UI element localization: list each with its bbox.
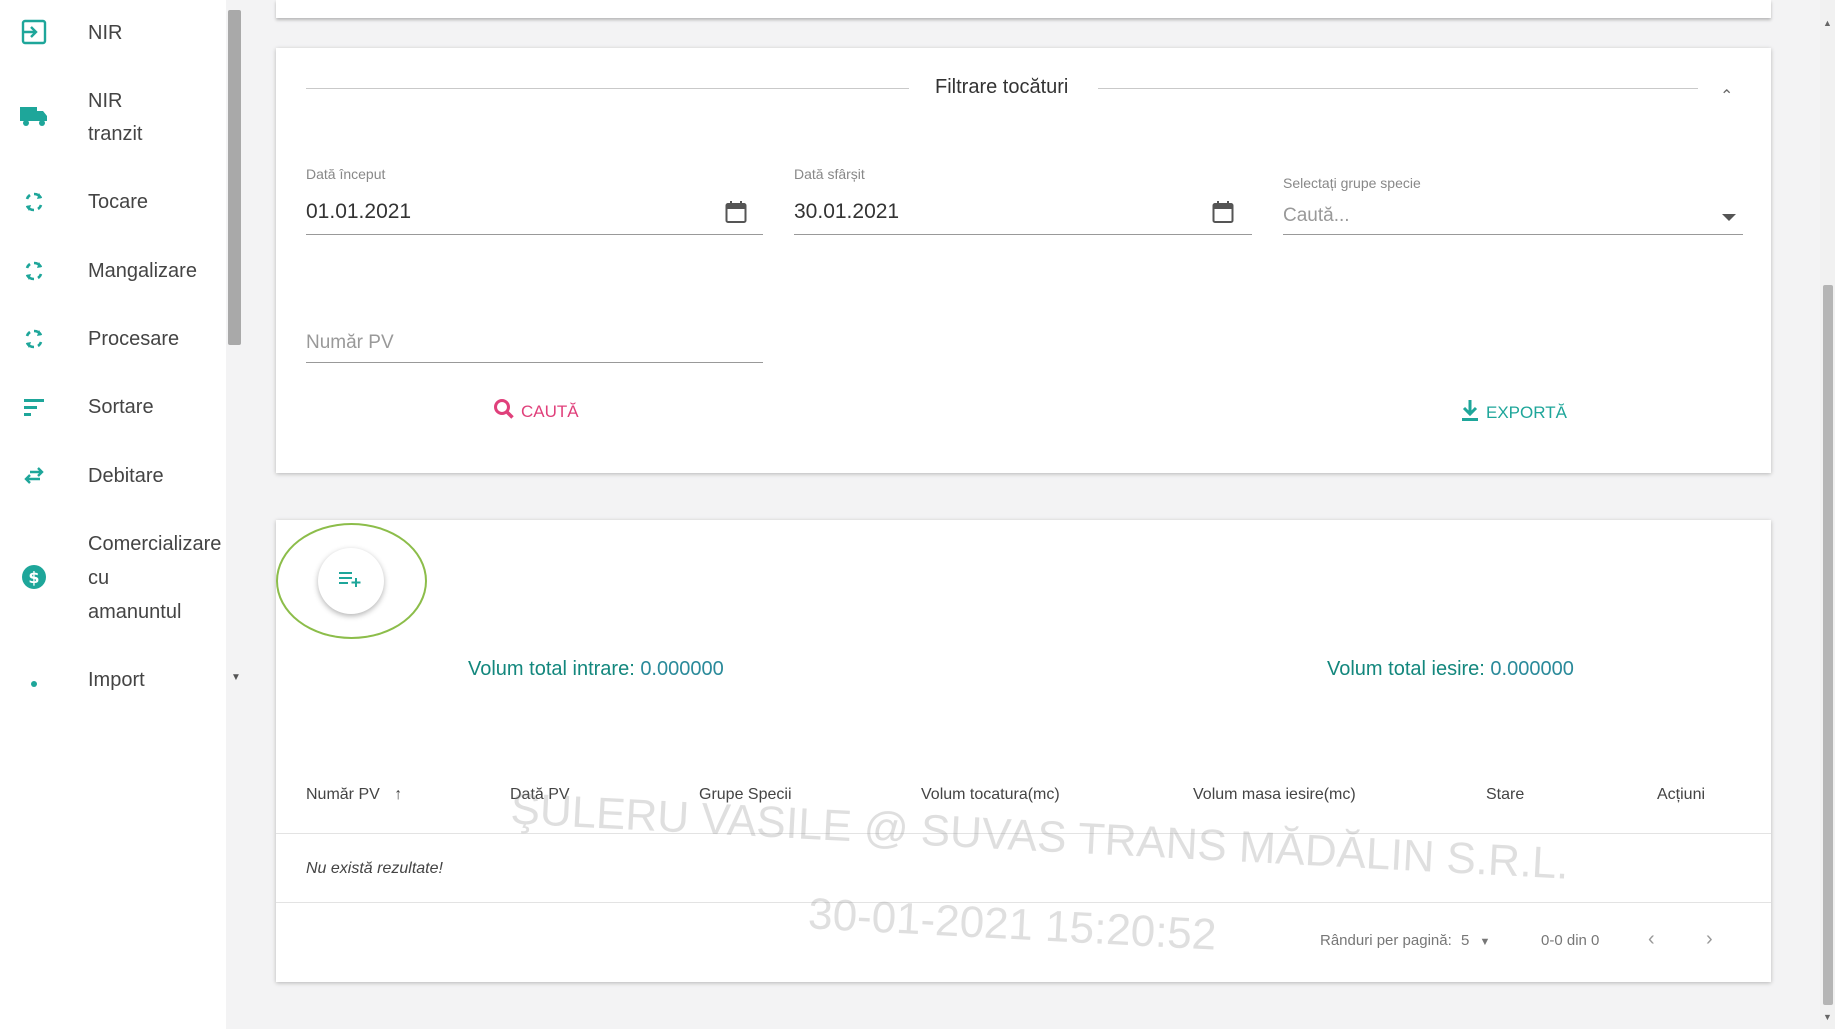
sidebar-item-label: Procesare — [88, 328, 180, 350]
sort-icon — [20, 393, 48, 421]
chevron-right-icon[interactable]: › — [1706, 928, 1713, 951]
page-scrollbar-thumb[interactable] — [1823, 285, 1833, 1005]
login-icon — [20, 18, 48, 46]
sidebar-item-label: Import — [88, 669, 145, 691]
header-divider — [276, 833, 1771, 834]
scroll-down-icon[interactable]: ▼ — [1823, 1012, 1832, 1022]
sidebar-item-import[interactable]: Import — [0, 663, 226, 703]
sidebar-item-label: Tocare — [88, 191, 149, 213]
column-header-stare[interactable]: Stare — [1486, 786, 1524, 804]
pv-number-underline — [306, 362, 763, 363]
total-out: Volum total iesire: 0.000000 — [1327, 658, 1574, 681]
sidebar-item-tocare[interactable]: Tocare — [0, 185, 226, 225]
sidebar-item-sortare[interactable]: Sortare — [0, 390, 226, 430]
sidebar-item-label: cu — [88, 567, 110, 589]
chevron-up-icon[interactable]: ⌃ — [1720, 86, 1733, 106]
filter-title: Filtrare tocături — [935, 76, 1069, 98]
species-select-underline — [1283, 234, 1743, 235]
column-header-label: Număr PV — [306, 786, 380, 803]
sidebar-item-label: Mangalizare — [88, 260, 197, 282]
sync-icon — [20, 188, 48, 216]
results-card — [276, 520, 1771, 982]
dot-icon — [20, 669, 48, 697]
truck-icon — [20, 102, 48, 130]
import-expand-icon[interactable]: ▼ — [231, 672, 241, 683]
species-select-label: Selectați grupe specie — [1283, 175, 1421, 191]
sidebar-item-label: Sortare — [88, 396, 154, 418]
calendar-icon[interactable] — [725, 200, 747, 224]
export-button-label: EXPORTĂ — [1486, 402, 1567, 422]
start-date-input[interactable]: 01.01.2021 — [306, 200, 411, 224]
search-icon — [493, 398, 515, 425]
empty-results-message: Nu există rezultate! — [306, 860, 443, 877]
svg-text:$: $ — [28, 568, 39, 587]
playlist-add-icon — [338, 569, 364, 594]
rows-per-page-value: 5 — [1461, 932, 1470, 949]
search-button-label: CAUTĂ — [521, 401, 579, 421]
sync-icon — [20, 325, 48, 353]
top-card-edge — [276, 0, 1771, 18]
sidebar-item-label: NIR — [88, 90, 123, 112]
column-header-actiuni: Acțiuni — [1657, 786, 1706, 803]
export-button[interactable]: EXPORTĂ — [1460, 398, 1567, 427]
sidebar-item-procesare[interactable]: Procesare — [0, 322, 226, 362]
add-entry-button[interactable] — [318, 548, 384, 614]
calendar-icon[interactable] — [1212, 200, 1234, 224]
download-icon — [1460, 398, 1480, 427]
sidebar-item-comercializare[interactable]: $ Comercializare cu amanuntul — [0, 527, 226, 632]
footer-divider — [276, 902, 1771, 903]
sidebar-item-label: Comercializare — [88, 533, 222, 555]
column-header-volum-masa-iesire[interactable]: Volum masa iesire(mc) — [1193, 786, 1356, 804]
end-date-underline — [794, 234, 1252, 235]
column-header-numar-pv[interactable]: Număr PV ↑ — [306, 786, 402, 804]
species-select-input[interactable]: Caută... — [1283, 205, 1350, 227]
caret-down-icon: ▼ — [1479, 936, 1491, 948]
chevron-down-icon[interactable] — [1722, 214, 1736, 221]
sidebar: NIR NIR tranzit Tocare Mangalizare Proce… — [0, 0, 226, 1029]
sidebar-item-label: amanuntul — [88, 601, 182, 623]
title-divider-right — [1098, 88, 1698, 89]
sidebar-item-debitare[interactable]: Debitare — [0, 459, 226, 499]
start-date-label: Dată început — [306, 166, 386, 182]
sidebar-item-label: NIR — [88, 22, 123, 44]
total-out-value: 0.000000 — [1490, 658, 1574, 680]
rows-per-page-select[interactable]: 5 ▼ — [1461, 932, 1490, 949]
sidebar-item-label: Debitare — [88, 465, 164, 487]
title-divider-left — [306, 88, 909, 89]
end-date-input[interactable]: 30.01.2021 — [794, 200, 899, 224]
arrow-up-icon: ↑ — [394, 786, 403, 803]
total-in: Volum total intrare: 0.000000 — [468, 658, 724, 681]
column-header-volum-tocatura[interactable]: Volum tocatura(mc) — [921, 786, 1060, 804]
pv-number-input[interactable]: Număr PV — [306, 332, 394, 354]
pagination-range: 0-0 din 0 — [1541, 932, 1600, 949]
sidebar-item-nir-tranzit[interactable]: NIR tranzit — [0, 84, 226, 154]
sync-icon — [20, 257, 48, 285]
search-button[interactable]: CAUTĂ — [493, 398, 579, 425]
swap-icon — [20, 462, 48, 490]
total-in-value: 0.000000 — [640, 658, 724, 680]
start-date-underline — [306, 234, 763, 235]
sidebar-item-label: tranzit — [88, 123, 143, 145]
sidebar-item-mangalizare[interactable]: Mangalizare — [0, 254, 226, 294]
total-out-label: Volum total iesire: — [1327, 658, 1485, 680]
scroll-up-icon[interactable]: ▲ — [1823, 18, 1832, 28]
chevron-left-icon[interactable]: ‹ — [1648, 928, 1655, 951]
end-date-label: Dată sfârșit — [794, 166, 865, 182]
money-icon: $ — [20, 563, 48, 591]
column-header-data-pv[interactable]: Dată PV — [510, 786, 570, 804]
sidebar-scrollbar[interactable] — [228, 10, 241, 345]
column-header-grupe-specii[interactable]: Grupe Specii — [699, 786, 792, 804]
sidebar-item-nir[interactable]: NIR — [0, 14, 226, 54]
total-in-label: Volum total intrare: — [468, 658, 635, 680]
rows-per-page-label: Rânduri per pagină: — [1320, 932, 1452, 949]
